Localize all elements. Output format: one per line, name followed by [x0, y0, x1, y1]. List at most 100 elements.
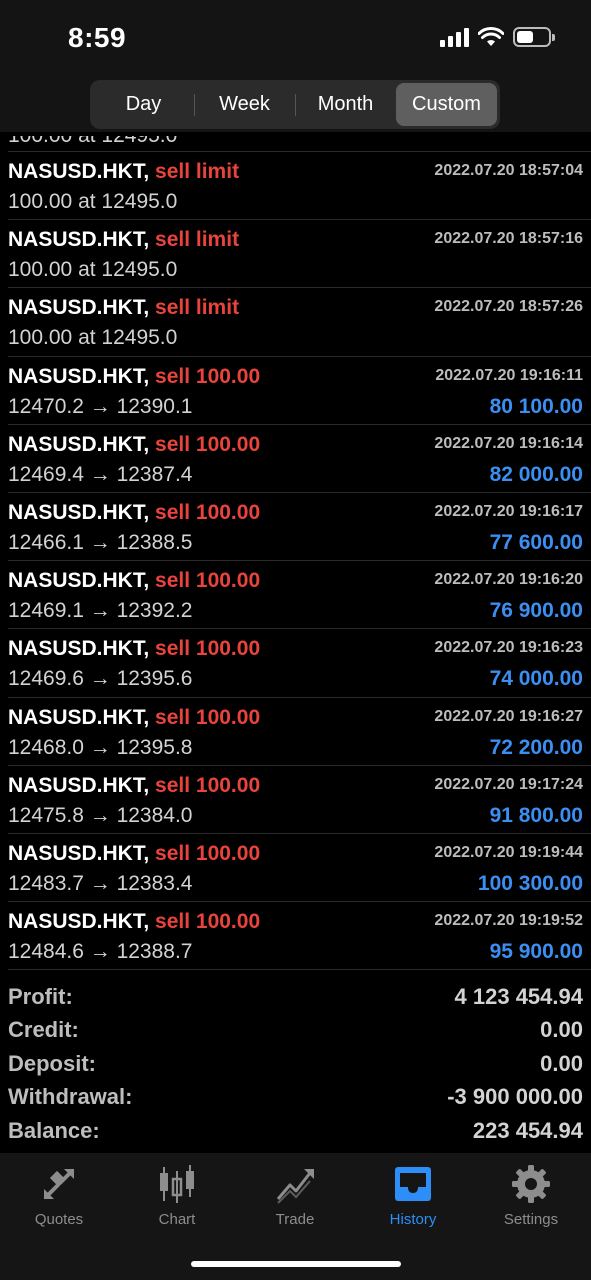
summary-label: Withdrawal:: [8, 1084, 133, 1110]
order-datetime: 2022.07.20 19:16:17: [434, 502, 583, 520]
list-item[interactable]: 100.00 at 12495.0: [8, 136, 591, 152]
segment-day[interactable]: Day: [93, 83, 194, 126]
summary-label: Credit:: [8, 1017, 79, 1043]
order-profit: 74 000.00: [489, 667, 583, 691]
order-symbol: NASUSD.HKT, sell 100.00: [8, 433, 260, 457]
order-symbol: NASUSD.HKT, sell 100.00: [8, 842, 260, 866]
wifi-icon: [478, 27, 504, 46]
order-action: sell 100.00: [155, 841, 261, 865]
order-symbol: NASUSD.HKT, sell 100.00: [8, 774, 260, 798]
order-action: sell limit: [155, 228, 240, 252]
order-price: 100.00 at 12495.0: [8, 326, 178, 350]
trade-icon: [276, 1169, 314, 1204]
tab-quotes[interactable]: Quotes: [0, 1163, 118, 1228]
list-item[interactable]: NASUSD.HKT, sell limit 2022.07.20 18:57:0…: [8, 152, 591, 221]
list-item[interactable]: NASUSD.HKT, sell limit 2022.07.20 18:57:2…: [8, 288, 591, 357]
order-price: 100.00 at 12495.0: [8, 190, 178, 213]
order-symbol: NASUSD.HKT, sell 100.00: [8, 910, 260, 934]
order-profit: 80 100.00: [489, 394, 583, 418]
order-symbol: NASUSD.HKT, sell limit: [8, 160, 239, 184]
list-item[interactable]: NASUSD.HKT, sell 100.00 2022.07.20 19:16:…: [8, 698, 591, 766]
order-datetime: 2022.07.20 18:57:26: [434, 298, 583, 316]
order-action: sell 100.00: [155, 432, 261, 456]
period-segmented-control: Day Week Month Custom: [90, 80, 500, 129]
tab-trade[interactable]: Trade: [236, 1163, 354, 1228]
home-indicator[interactable]: [191, 1261, 401, 1267]
order-action: sell 100.00: [155, 773, 261, 797]
history-icon: [395, 1167, 431, 1201]
order-action: sell 100.00: [155, 910, 261, 934]
list-item[interactable]: NASUSD.HKT, sell 100.00 2022.07.20 19:16:…: [8, 629, 591, 698]
summary-value: 0.00: [540, 1050, 583, 1076]
symbol-name: NASUSD.HKT,: [8, 432, 150, 456]
order-action: sell 100.00: [155, 705, 261, 729]
cellular-signal-icon: [440, 27, 469, 47]
history-list[interactable]: 100.00 at 12495.0 NASUSD.HKT, sell limit…: [0, 136, 591, 972]
order-symbol: NASUSD.HKT, sell 100.00: [8, 365, 260, 389]
summary-value: 4 123 454.94: [454, 983, 583, 1009]
list-item[interactable]: NASUSD.HKT, sell 100.00 2022.07.20 19:19:…: [8, 902, 591, 971]
tab-label: Chart: [158, 1211, 196, 1228]
summary-withdrawal: Withdrawal: -3 900 000.00: [8, 1081, 583, 1115]
list-item[interactable]: NASUSD.HKT, sell limit 2022.07.20 18:57:1…: [8, 220, 591, 289]
tab-chart[interactable]: Chart: [118, 1163, 236, 1228]
order-datetime: 2022.07.20 19:19:52: [434, 912, 583, 930]
battery-icon: [513, 27, 555, 47]
tab-history[interactable]: History: [354, 1163, 472, 1228]
order-price: 12484.6 → 12388.7: [8, 940, 193, 964]
order-datetime: 2022.07.20 19:16:27: [434, 707, 583, 725]
period-selector-area: Day Week Month Custom: [0, 80, 591, 132]
order-price: 100.00 at 12495.0: [8, 258, 178, 282]
order-profit: 77 600.00: [489, 530, 583, 554]
order-datetime: 2022.07.20 19:16:20: [434, 571, 583, 589]
segment-month[interactable]: Month: [295, 83, 396, 126]
summary-label: Deposit:: [8, 1050, 96, 1076]
list-item[interactable]: NASUSD.HKT, sell 100.00 2022.07.20 19:16:…: [8, 425, 591, 493]
summary-label: Profit:: [8, 983, 73, 1009]
order-action: sell 100.00: [155, 500, 261, 524]
summary-profit: Profit: 4 123 454.94: [8, 980, 583, 1014]
list-item[interactable]: NASUSD.HKT, sell 100.00 2022.07.20 19:16:…: [8, 357, 591, 425]
order-datetime: 2022.07.20 18:57:04: [434, 162, 583, 179]
segment-custom[interactable]: Custom: [396, 83, 497, 126]
summary-label: Balance:: [8, 1117, 100, 1143]
order-price: 12466.1 → 12388.5: [8, 530, 193, 554]
summary-value: -3 900 000.00: [447, 1084, 583, 1110]
order-profit: 76 900.00: [489, 599, 583, 623]
order-datetime: 2022.07.20 18:57:16: [434, 230, 583, 248]
chart-icon: [160, 1165, 194, 1203]
symbol-name: NASUSD.HKT,: [8, 364, 150, 388]
symbol-name: NASUSD.HKT,: [8, 637, 150, 661]
order-symbol: NASUSD.HKT, sell 100.00: [8, 501, 260, 525]
order-symbol: NASUSD.HKT, sell 100.00: [8, 706, 260, 730]
order-datetime: 2022.07.20 19:17:24: [434, 775, 583, 793]
list-item[interactable]: NASUSD.HKT, sell 100.00 2022.07.20 19:16:…: [8, 561, 591, 630]
order-price: 12483.7 → 12383.4: [8, 871, 193, 895]
symbol-name: NASUSD.HKT,: [8, 705, 150, 729]
order-symbol: NASUSD.HKT, sell limit: [8, 228, 239, 252]
symbol-name: NASUSD.HKT,: [8, 296, 150, 320]
tab-label: Settings: [503, 1211, 559, 1228]
order-symbol: NASUSD.HKT, sell 100.00: [8, 637, 260, 661]
summary-credit: Credit: 0.00: [8, 1014, 583, 1048]
status-bar: 8:59: [0, 0, 591, 80]
symbol-name: NASUSD.HKT,: [8, 160, 150, 183]
order-datetime: 2022.07.20 19:16:11: [435, 366, 583, 384]
list-item[interactable]: NASUSD.HKT, sell 100.00 2022.07.20 19:19:…: [8, 834, 591, 903]
list-item[interactable]: NASUSD.HKT, sell 100.00 2022.07.20 19:17:…: [8, 766, 591, 834]
segment-week[interactable]: Week: [194, 83, 295, 126]
order-symbol: NASUSD.HKT, sell limit: [8, 296, 239, 320]
symbol-name: NASUSD.HKT,: [8, 569, 150, 593]
summary-value: 0.00: [540, 1017, 583, 1043]
order-symbol: NASUSD.HKT, sell 100.00: [8, 569, 260, 593]
order-profit: 82 000.00: [489, 462, 583, 486]
order-datetime: 2022.07.20 19:19:44: [434, 843, 583, 861]
list-item[interactable]: NASUSD.HKT, sell 100.00 2022.07.20 19:16:…: [8, 493, 591, 562]
order-profit: 95 900.00: [489, 940, 583, 964]
order-profit: 72 200.00: [489, 735, 583, 759]
order-price: 12469.1 → 12392.2: [8, 599, 193, 623]
order-profit: 100 300.00: [477, 871, 583, 895]
order-datetime: 2022.07.20 19:16:23: [434, 639, 583, 657]
order-price: 100.00 at 12495.0: [8, 136, 177, 148]
tab-settings[interactable]: Settings: [472, 1163, 590, 1228]
